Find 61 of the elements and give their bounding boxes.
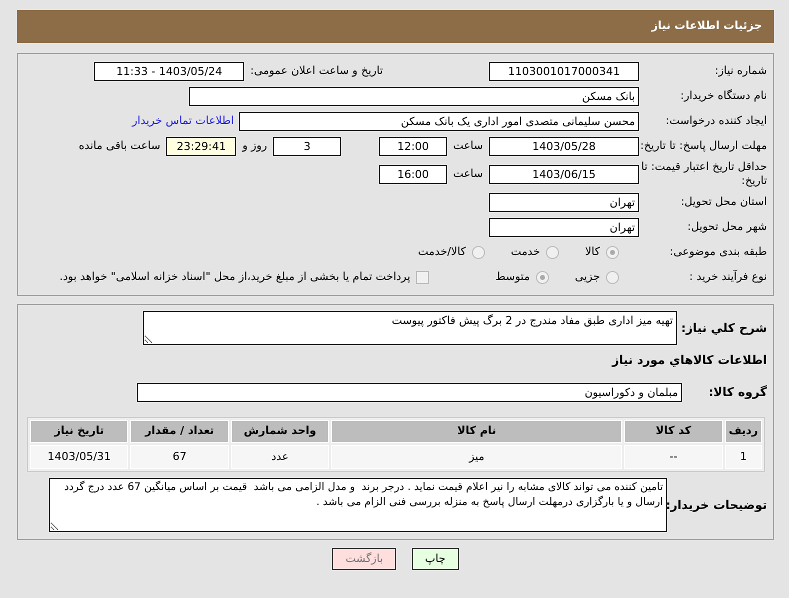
table-cell: 1 [724, 444, 762, 469]
announce-date-field[interactable]: 1403/05/24 - 11:33 [94, 62, 244, 80]
location-field[interactable]: تهران [489, 218, 639, 236]
page-title: جزئیات اطلاعات نیاز [652, 18, 762, 34]
column-header: تعداد / مقدار [130, 420, 229, 442]
need-number-field[interactable]: 1103001017000341 [489, 62, 639, 80]
table-cell: 67 [130, 444, 229, 469]
checkbox-label: پرداخت تمام یا بخشی از مبلغ خرید،از محل "اسناد خزانه اسلامی" خواهد بود. [58, 270, 412, 284]
field-label: شماره نیاز: [714, 64, 767, 78]
description-field[interactable]: تهیه میز اداری طبق مفاد مندرج در 2 برگ پیش فاکتور پیوست [143, 311, 677, 345]
table-cell: میز [331, 444, 622, 469]
column-header: ردیف [724, 420, 762, 442]
time-field[interactable]: 16:00 [379, 164, 448, 184]
print-button[interactable]: چاپ [412, 548, 459, 570]
field-label: نام دستگاه خریدار: [679, 89, 767, 103]
option-label: جزیی [574, 270, 600, 284]
time-field[interactable]: 12:00 [379, 136, 448, 156]
location-field[interactable]: تهران [489, 192, 639, 212]
time-label: ساعت [452, 167, 484, 181]
notes-field[interactable]: تامین کننده می تواند کالای مشابه را نیر اعلام قیمت نماید . درجر برند و مدل الزامی می باشد قیمت بر اساس میانگین 67 عدد درج گردد ارسال و یا بارگزاری درمهلت ارسال پاسخ به منزله بررسی فنی الزام می باشد . [49, 478, 667, 532]
back-button[interactable]: بازگشت [332, 548, 396, 570]
field-label: نوع فرآیند خرید : [688, 270, 767, 284]
option-label: خدمت [510, 245, 540, 259]
radio-button[interactable] [472, 246, 485, 258]
table-cell: 1403/05/31 [30, 444, 128, 469]
field-label: توضیحات خریدار: [667, 498, 767, 512]
date-field[interactable]: 1403/06/15 [489, 164, 639, 184]
remaining-label: ساعت باقی مانده [78, 139, 162, 153]
radio-button[interactable] [606, 246, 619, 258]
date-field[interactable]: 1403/05/28 [489, 136, 639, 156]
field-label: شهر محل تحویل: [686, 220, 767, 234]
column-header: نام کالا [331, 420, 622, 442]
goods-group-field[interactable]: مبلمان و دکوراسیون [137, 382, 682, 402]
field-label: حداقل تاریخ اعتبار قیمت: تا تاریخ: [640, 160, 767, 188]
option-label: کالا/خدمت [418, 245, 466, 259]
time-label: ساعت [452, 139, 484, 153]
field-label: طبقه بندی موضوعی: [668, 245, 767, 259]
column-header: واحد شمارش [230, 420, 330, 442]
field-label: استان محل تحویل: [680, 195, 767, 209]
section-heading: اطلاعات كالاهاي مورد نياز [612, 353, 767, 367]
option-label: کالا [585, 245, 600, 259]
table-cell: عدد [230, 444, 330, 469]
column-header: تاریخ نیاز [30, 420, 128, 442]
table-cell: -- [624, 444, 723, 469]
remaining-time-field[interactable]: 23:29:41 [166, 136, 236, 156]
creator-field[interactable]: محسن سلیمانی متصدی امور اداری یک بانک مسکن [239, 112, 639, 130]
column-header: کد کالا [624, 420, 723, 442]
buyer-field[interactable]: بانک مسکن [189, 86, 639, 106]
field-label: تاریخ و ساعت اعلان عمومی: [249, 64, 384, 78]
field-label: گروه کالا: [708, 385, 767, 399]
days-field[interactable]: 3 [273, 136, 342, 156]
contact-link[interactable]: اطلاعات تماس خریدار [127, 114, 239, 128]
field-label: شرح کلي نياز: [680, 321, 767, 335]
checkbox[interactable] [416, 270, 430, 284]
option-label: متوسط [495, 270, 530, 284]
radio-button[interactable] [546, 246, 560, 258]
days-label: روز و [240, 139, 268, 153]
field-label: ایجاد کننده درخواست: [664, 114, 767, 128]
field-label: مهلت ارسال پاسخ: تا تاریخ: [639, 139, 767, 153]
radio-button[interactable] [536, 270, 549, 284]
radio-button[interactable] [606, 270, 619, 284]
